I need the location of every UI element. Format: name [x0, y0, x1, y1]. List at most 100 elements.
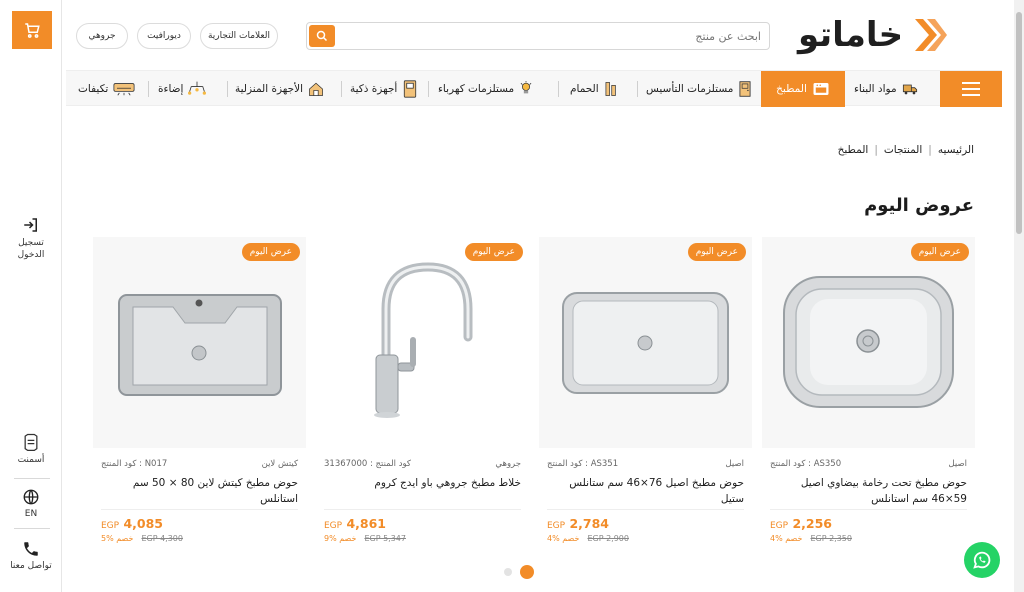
product-brand: اصيل — [948, 459, 967, 469]
product-card[interactable]: عرض اليوم كود المنتج : 31367000 جروهي خل… — [316, 237, 529, 557]
product-card[interactable]: عرض اليوم كود المنتج : AS350 اصيل حوض مط… — [762, 237, 975, 557]
scrollbar[interactable] — [1014, 0, 1024, 592]
search-bar — [306, 22, 770, 50]
menu-button[interactable] — [940, 71, 1002, 107]
nav-item-foundation-supplies[interactable]: مستلزمات التأسيس — [646, 71, 752, 107]
login-button[interactable]: تسجيل الدخول — [0, 216, 62, 261]
product-image[interactable] — [539, 237, 752, 448]
search-input[interactable] — [341, 25, 761, 47]
divider — [770, 509, 967, 510]
nav-item-home-appliances[interactable]: الأجهزة المنزلية — [235, 71, 324, 107]
nav-separator — [428, 81, 429, 97]
nav-item-lighting[interactable]: إضاءة — [158, 71, 207, 107]
product-price: EGP 4,085 — [101, 516, 163, 531]
old-price-row: 5% خصم EGP 4,300 — [101, 534, 183, 543]
language-button[interactable]: EN — [0, 488, 62, 519]
carousel-dot-active[interactable] — [520, 565, 534, 579]
product-brand: جروهي — [495, 459, 521, 469]
product-name[interactable]: خلاط مطبخ جروهي باو ايدج كروم — [324, 475, 521, 509]
home-appliance-icon — [309, 82, 323, 96]
main-content: خاماتو العلامات التجارية ديورافيت جروهي … — [62, 0, 1014, 592]
currency: EGP — [324, 521, 343, 531]
price-value: 4,085 — [123, 516, 163, 531]
product-code: كود المنتج : AS351 — [547, 459, 619, 469]
product-image[interactable] — [316, 237, 529, 448]
brand-pill-brands[interactable]: العلامات التجارية — [200, 23, 278, 49]
logo-text: خاماتو — [798, 15, 904, 55]
brand-pill-duravit[interactable]: ديورافيت — [137, 23, 191, 49]
product-card[interactable]: عرض اليوم كود المنتج : AS351 اصيل حوض مط… — [539, 237, 752, 557]
rail-divider — [14, 528, 50, 529]
nav-item-smart-devices[interactable]: أجهزة ذكية — [350, 71, 418, 107]
product-code: كود المنتج : N017 — [101, 459, 168, 469]
brand-pill-grohe[interactable]: جروهي — [76, 23, 128, 49]
discount-label: 5% خصم — [101, 534, 134, 543]
breadcrumb-separator: | — [874, 144, 878, 156]
product-meta: كود المنتج : N017 كيتش لاين — [101, 459, 298, 469]
nav-item-kitchen[interactable]: المطبخ — [761, 71, 845, 107]
nav-item-air-conditioning[interactable]: تكيفات — [78, 71, 135, 107]
truck-icon — [902, 84, 917, 95]
search-button[interactable] — [309, 25, 335, 47]
breadcrumb-current: المطبخ — [837, 144, 869, 156]
whatsapp-button[interactable] — [964, 542, 1000, 578]
nav-label: مواد البناء — [854, 83, 897, 95]
product-image[interactable] — [762, 237, 975, 448]
product-code: كود المنتج : 31367000 — [324, 459, 411, 469]
product-brand: كيتش لاين — [261, 459, 298, 469]
product-price: EGP 2,256 — [770, 516, 832, 531]
language-label: EN — [24, 509, 38, 519]
currency: EGP — [101, 521, 120, 531]
nav-separator — [341, 81, 342, 97]
product-image[interactable] — [93, 237, 306, 448]
nav-label: أجهزة ذكية — [350, 83, 398, 95]
login-icon — [24, 218, 37, 232]
product-name[interactable]: حوض مطبخ اصيل 76×46 سم ستانلس ستيل — [547, 475, 744, 509]
carousel-dot[interactable] — [504, 568, 512, 576]
cart-button[interactable] — [12, 11, 52, 49]
whatsapp-icon — [973, 551, 991, 569]
globe-icon — [23, 489, 39, 505]
smart-panel-icon — [404, 80, 417, 98]
nav-separator — [558, 81, 559, 97]
lamp-icon — [188, 81, 207, 95]
site-logo[interactable]: خاماتو — [798, 12, 990, 58]
product-meta: كود المنتج : AS350 اصيل — [770, 459, 967, 469]
breadcrumb: الرئيسيه | المنتجات | المطبخ — [838, 144, 974, 156]
cement-button[interactable]: أسمنت — [0, 432, 62, 465]
old-price-row: 4% خصم EGP 2,900 — [547, 534, 629, 543]
product-meta: كود المنتج : 31367000 جروهي — [324, 459, 521, 469]
nav-label: تكيفات — [78, 83, 109, 95]
breadcrumb-home[interactable]: الرئيسيه — [938, 144, 974, 156]
nav-separator — [637, 81, 638, 97]
product-name[interactable]: حوض مطبخ كيتش لاين 80 × 50 سم استانلس — [101, 475, 298, 509]
divider — [324, 509, 521, 510]
nav-label: مستلزمات كهرباء — [438, 83, 515, 95]
nav-item-bathroom[interactable]: الحمام — [570, 71, 618, 107]
breadcrumb-products[interactable]: المنتجات — [884, 144, 922, 156]
old-price: EGP 2,350 — [810, 534, 852, 543]
old-price-row: 9% خصم EGP 5,347 — [324, 534, 406, 543]
nav-separator — [148, 81, 149, 97]
offer-badge: عرض اليوم — [241, 243, 300, 261]
nav-item-building-materials[interactable]: مواد البناء — [854, 71, 918, 107]
currency: EGP — [770, 521, 789, 531]
offer-badge: عرض اليوم — [910, 243, 969, 261]
product-name[interactable]: حوض مطبخ تحت رخامة بيضاوي اصيل 59×46 سم … — [770, 475, 967, 509]
contact-label: تواصل معنا — [10, 561, 52, 571]
search-icon — [316, 30, 328, 42]
cart-icon — [25, 23, 40, 38]
product-brand: اصيل — [725, 459, 744, 469]
product-meta: كود المنتج : AS351 اصيل — [547, 459, 744, 469]
nav-separator — [227, 81, 228, 97]
left-rail: تسجيل الدخول أسمنت EN تواصل معنا — [0, 0, 62, 592]
old-price: EGP 5,347 — [364, 534, 406, 543]
cement-bag-icon — [24, 433, 38, 451]
currency: EGP — [547, 521, 566, 531]
scrollbar-thumb[interactable] — [1016, 12, 1022, 234]
logo-chevron-icon — [915, 19, 948, 51]
product-card[interactable]: عرض اليوم كود المنتج : N017 كيتش لاين حو… — [93, 237, 306, 557]
nav-item-electrical-supplies[interactable]: مستلزمات كهرباء — [438, 71, 533, 107]
contact-button[interactable]: تواصل معنا — [0, 540, 62, 571]
section-title: عروض اليوم — [864, 195, 974, 216]
